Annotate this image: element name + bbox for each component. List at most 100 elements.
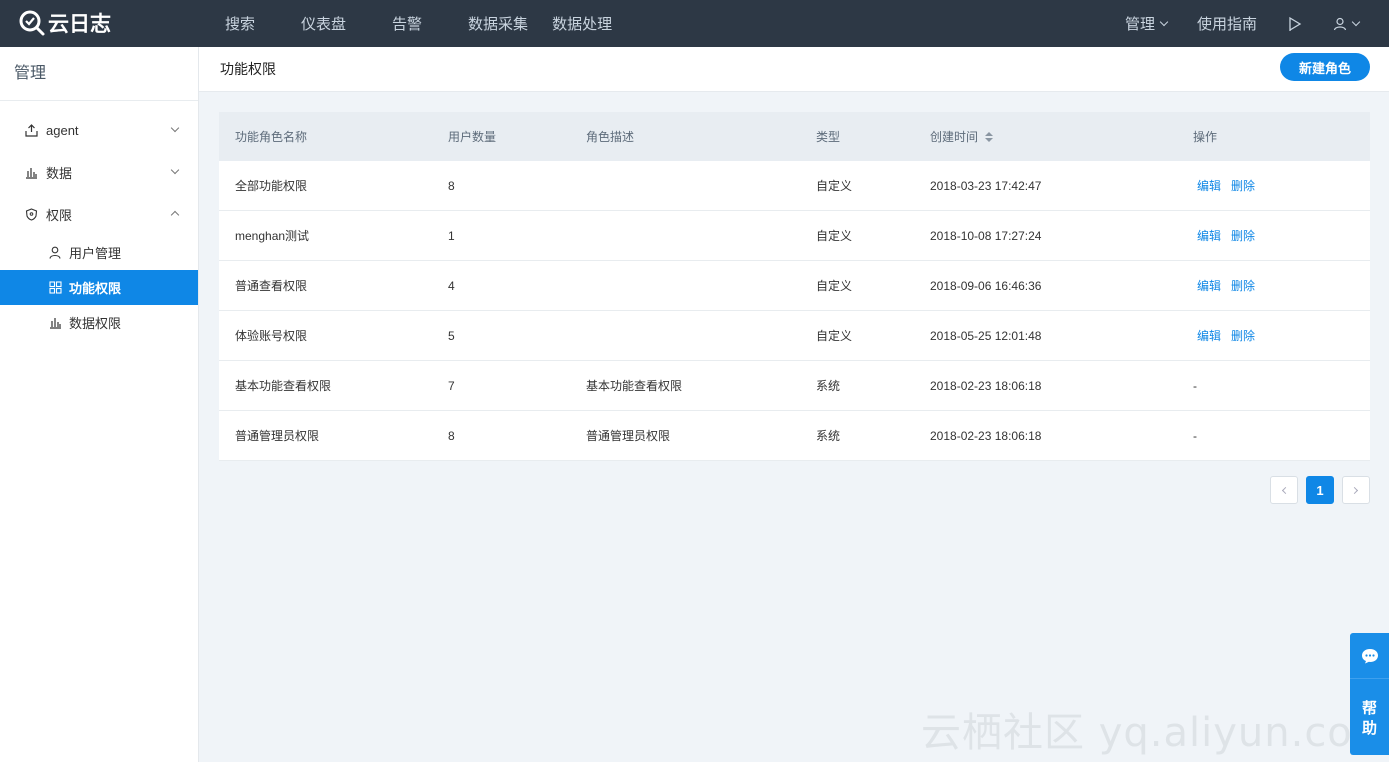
sidebar-subitem-user-management[interactable]: 用户管理 [0,235,198,270]
delete-link[interactable]: 删除 [1231,179,1255,193]
chevron-right-icon [1350,486,1359,494]
cell-created-time: 2018-09-06 16:46:36 [930,278,1042,293]
cell-description: 基本功能查看权限 [586,379,683,393]
sidebar: 管理 agent 数据 权限 用户管理 功能权限 数据权限 [0,47,199,762]
no-action-placeholder: - [1193,428,1197,443]
chevron-left-icon [1281,486,1290,494]
cell-user-count: 5 [448,328,455,343]
column-header-created[interactable]: 创建时间 [930,128,1193,145]
cell-role-name: 全部功能权限 [235,179,308,193]
table-row: menghan测试 1 自定义 2018-10-08 17:27:24 编辑 删除 [219,211,1370,261]
edit-link[interactable]: 编辑 [1197,229,1221,243]
cell-actions: 编辑 删除 [1193,277,1370,294]
table-header: 功能角色名称 用户数量 角色描述 类型 创建时间 操作 [219,112,1370,161]
sort-icon[interactable] [985,131,994,142]
cell-actions: - [1193,429,1370,443]
no-action-placeholder: - [1193,378,1197,393]
table-row: 普通管理员权限 8 普通管理员权限 系统 2018-02-23 18:06:18 - [219,411,1370,461]
column-header-actions: 操作 [1193,130,1218,144]
table-row: 普通查看权限 4 自定义 2018-09-06 16:46:36 编辑 删除 [219,261,1370,311]
shield-icon [24,207,38,221]
cell-type: 自定义 [816,179,853,193]
chevron-down-icon [170,123,180,133]
cell-role-name: menghan测试 [235,229,310,243]
prev-page-button[interactable] [1270,476,1298,504]
flag-icon [1289,16,1302,31]
chevron-down-icon [1159,17,1169,26]
page-title: 功能权限 [220,61,276,77]
upload-icon [24,123,38,137]
row-actions: 编辑 删除 [1193,279,1265,293]
user-icon [1333,17,1347,30]
cell-type: 系统 [816,379,841,393]
next-page-button[interactable] [1342,476,1370,504]
page-header: 功能权限 新建角色 [199,47,1389,92]
column-header-users: 用户数量 [448,130,497,144]
sidebar-item-label: agent [46,122,79,138]
row-actions: 编辑 删除 [1193,179,1265,193]
column-header-type: 类型 [816,130,841,144]
chevron-down-icon [1351,17,1361,26]
cell-created-time: 2018-10-08 17:27:24 [930,228,1042,243]
top-navbar: 云日志 搜索 仪表盘 告警 数据采集 数据处理 管理 使用指南 [0,0,1389,47]
sidebar-subitem-label: 功能权限 [69,281,122,296]
column-header-created-label: 创建时间 [930,130,979,144]
sidebar-item-permissions[interactable]: 权限 [0,193,198,235]
sidebar-item-label: 数据 [46,165,73,181]
page-number-button[interactable]: 1 [1306,476,1334,504]
edit-link[interactable]: 编辑 [1197,329,1221,343]
app-logo[interactable]: 云日志 [18,8,111,38]
sidebar-subitem-data-permissions[interactable]: 数据权限 [0,305,198,340]
cell-actions: 编辑 删除 [1193,327,1370,344]
logo-text: 云日志 [48,13,111,36]
chevron-down-icon [170,165,180,175]
chat-button[interactable] [1350,633,1389,679]
nav-dashboard[interactable]: 仪表盘 [301,13,346,34]
chat-bubble-icon [1361,648,1378,663]
watermark: 云栖社区 yq.aliyun.com [921,710,1389,756]
roles-table: 功能角色名称 用户数量 角色描述 类型 创建时间 操作 全部功能权限 8 自定义 20… [219,112,1370,461]
cell-actions: 编辑 删除 [1193,177,1370,194]
sidebar-item-agent[interactable]: agent [0,109,198,151]
bar-chart-icon [24,165,38,179]
nav-data-processing[interactable]: 数据处理 [552,13,612,34]
logo-magnifier-icon [19,10,45,36]
sidebar-item-data[interactable]: 数据 [0,151,198,193]
cell-user-count: 8 [448,428,455,443]
sidebar-subitem-label: 用户管理 [69,246,122,261]
row-actions: 编辑 删除 [1193,329,1265,343]
cell-role-name: 普通管理员权限 [235,429,320,443]
sidebar-title: 管理 [0,47,198,101]
chevron-up-icon [170,210,180,220]
cell-description: 普通管理员权限 [586,429,671,443]
edit-link[interactable]: 编辑 [1197,179,1221,193]
cell-created-time: 2018-02-23 18:06:18 [930,428,1042,443]
table-row: 全部功能权限 8 自定义 2018-03-23 17:42:47 编辑 删除 [219,161,1370,211]
delete-link[interactable]: 删除 [1231,279,1255,293]
table-body: 全部功能权限 8 自定义 2018-03-23 17:42:47 编辑 删除 menghan… [219,161,1370,461]
cell-actions: - [1193,379,1370,393]
cell-type: 自定义 [816,279,853,293]
manage-menu[interactable]: 管理 [1125,13,1169,34]
sidebar-subitem-function-permissions[interactable]: 功能权限 [0,270,198,305]
cell-user-count: 4 [448,278,455,293]
cell-role-name: 普通查看权限 [235,279,308,293]
user-menu[interactable] [1333,17,1361,31]
column-header-description: 角色描述 [586,130,635,144]
guide-link[interactable]: 使用指南 [1197,13,1257,34]
new-role-button[interactable]: 新建角色 [1280,53,1370,81]
nav-search[interactable]: 搜索 [225,13,255,34]
cell-user-count: 8 [448,178,455,193]
nav-alerts[interactable]: 告警 [392,13,422,34]
cell-type: 自定义 [816,329,853,343]
nav-data-collection[interactable]: 数据采集 [468,13,528,34]
delete-link[interactable]: 删除 [1231,229,1255,243]
cell-type: 自定义 [816,229,853,243]
help-button[interactable]: 帮助 [1350,699,1389,739]
user-icon [48,246,62,260]
help-widget: 帮助 [1350,633,1389,755]
delete-link[interactable]: 删除 [1231,329,1255,343]
cell-role-name: 体验账号权限 [235,329,308,343]
notification-button[interactable] [1287,16,1303,32]
edit-link[interactable]: 编辑 [1197,279,1221,293]
